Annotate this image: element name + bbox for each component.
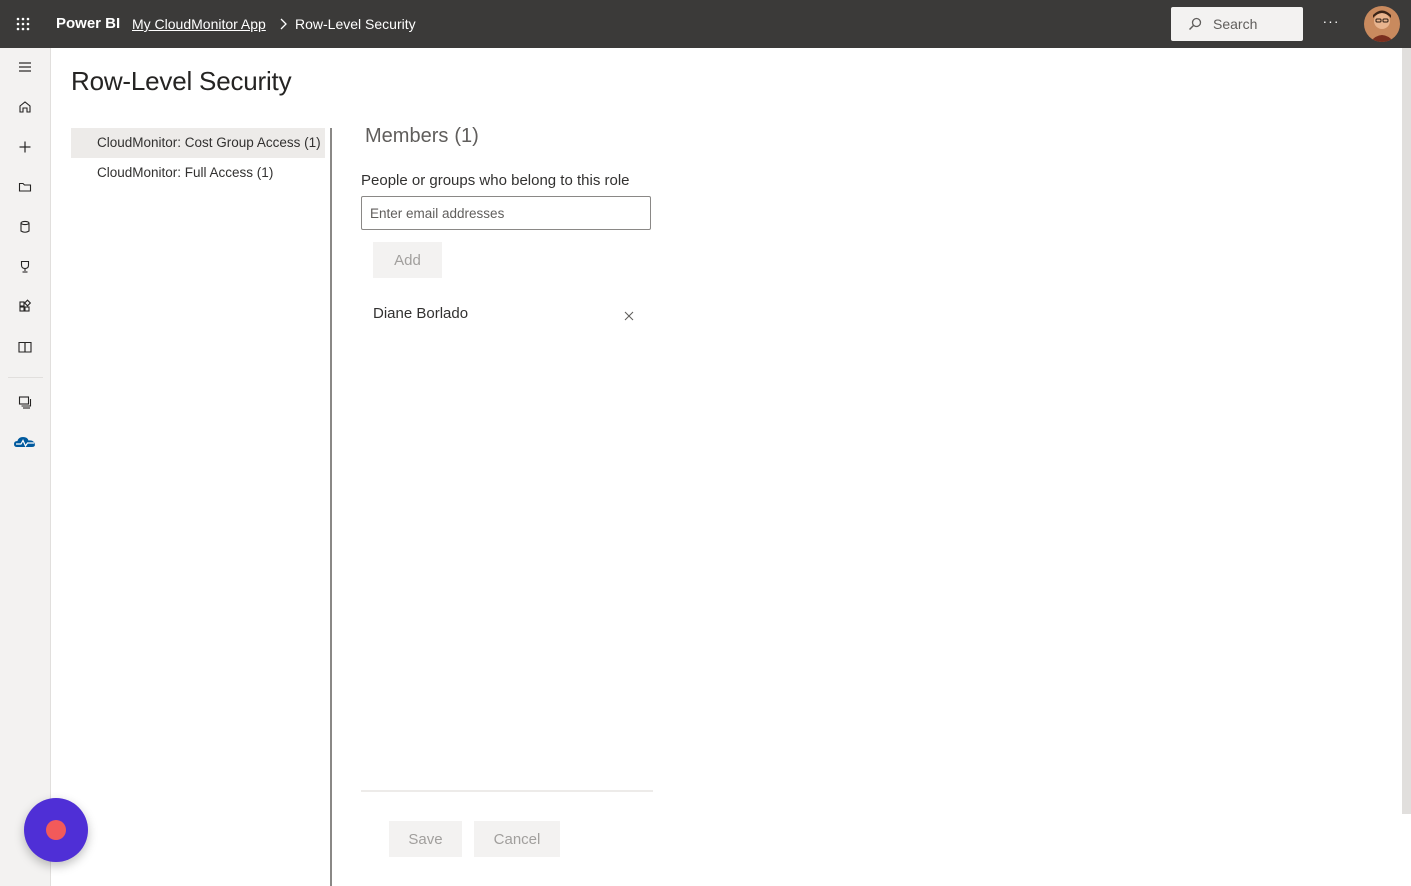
footer-divider [361,790,653,792]
chevron-right-icon [280,18,287,30]
search-icon [1188,17,1202,31]
record-dot-icon [46,820,66,840]
cancel-button[interactable]: Cancel [474,821,560,857]
rail-divider [8,377,43,378]
close-icon[interactable] [623,310,635,322]
book-icon[interactable] [13,335,37,359]
role-item[interactable]: CloudMonitor: Full Access (1) [71,158,325,188]
save-button[interactable]: Save [389,821,462,857]
left-nav-rail [0,48,51,886]
email-input[interactable] [361,196,651,230]
top-bar: Power BI My CloudMonitor App Row-Level S… [0,0,1411,48]
workspaces-icon[interactable] [13,390,37,414]
member-row: Diane Borlado [361,300,651,330]
members-field-label: People or groups who belong to this role [361,172,630,189]
search-placeholder: Search [1213,16,1258,32]
brand-name[interactable]: Power BI [56,15,120,32]
page-title: Row-Level Security [71,66,292,96]
add-button[interactable]: Add [373,242,442,278]
apps-icon[interactable] [13,295,37,319]
members-heading: Members (1) [365,125,479,148]
more-options-button[interactable]: ··· [1320,13,1342,33]
search-box[interactable]: Search [1171,7,1303,41]
home-icon[interactable] [13,95,37,119]
role-item[interactable]: CloudMonitor: Cost Group Access (1) [71,128,325,158]
user-avatar-icon [1364,6,1400,42]
plus-icon[interactable] [13,135,37,159]
panel-divider [330,128,332,886]
record-button[interactable] [24,798,88,862]
members-count: (1) [454,125,479,147]
members-title-text: Members [365,125,449,147]
folder-icon[interactable] [13,175,37,199]
roles-list: CloudMonitor: Cost Group Access (1) Clou… [71,128,325,188]
avatar[interactable] [1364,6,1400,42]
member-name: Diane Borlado [373,305,469,322]
vertical-scrollbar[interactable] [1402,48,1411,814]
breadcrumb-app-link[interactable]: My CloudMonitor App [132,16,266,32]
app-launcher-icon[interactable] [15,16,31,32]
database-icon[interactable] [13,215,37,239]
breadcrumb-current: Row-Level Security [295,16,416,32]
trophy-icon[interactable] [13,255,37,279]
cloudmonitor-icon[interactable] [13,430,37,454]
hamburger-icon[interactable] [13,55,37,79]
